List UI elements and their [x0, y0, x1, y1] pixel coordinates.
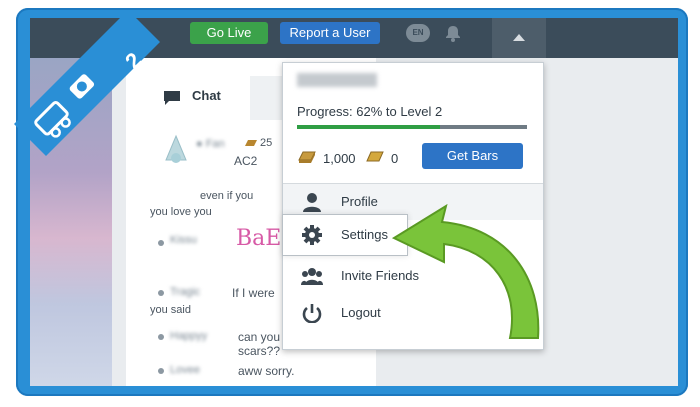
coins-value: 1,000	[323, 151, 356, 166]
caret-up-icon	[513, 34, 525, 41]
chat-username: ● Fan	[196, 138, 225, 150]
group-icon	[301, 268, 323, 285]
step-badge: 2	[14, 10, 160, 156]
chat-username: Tragic	[170, 286, 201, 298]
progress-label: Progress: 62% to Level 2	[297, 104, 443, 119]
chat-username: Lovee	[170, 364, 200, 376]
get-bars-button[interactable]: Get Bars	[422, 143, 523, 169]
chat-line-8: aww sorry.	[238, 364, 295, 378]
chat-tab-label: Chat	[192, 88, 221, 103]
user-icon	[303, 193, 321, 212]
bell-icon[interactable]	[444, 24, 462, 42]
chat-username: Happyy	[170, 330, 208, 342]
chat-line-6: you said	[150, 304, 191, 316]
level-progress-bar	[297, 125, 527, 129]
chat-bullet	[158, 240, 164, 246]
chat-sticker-text: BaE	[236, 226, 282, 251]
power-icon	[302, 304, 322, 323]
menu-item-label: Profile	[341, 194, 378, 209]
bars-value: 0	[391, 151, 399, 166]
report-user-button[interactable]: Report a User	[280, 22, 380, 44]
chat-line-3: you love you	[150, 206, 212, 218]
gold-bar-icon	[366, 151, 384, 162]
account-menu-toggle[interactable]	[492, 18, 546, 58]
chat-bullet	[158, 334, 164, 340]
pointer-arrow	[391, 203, 540, 339]
gear-icon	[302, 225, 322, 245]
chat-line-5: If I were	[232, 286, 275, 300]
go-live-button[interactable]: Go Live	[190, 22, 268, 44]
chat-bar-count: 25	[260, 137, 273, 149]
coins-icon	[298, 151, 316, 163]
username	[297, 73, 377, 87]
language-icon[interactable]: EN	[406, 24, 430, 42]
chat-line-2: even if you	[200, 190, 254, 202]
chat-bullet	[158, 368, 164, 374]
level-progress-fill	[297, 125, 440, 129]
menu-item-label: Logout	[341, 305, 381, 320]
menu-item-label: Settings	[341, 227, 388, 242]
chat-username: Kissu	[170, 234, 197, 246]
chat-bullet	[158, 290, 164, 296]
gold-bar-icon	[245, 140, 257, 146]
chat-line-1: AC2	[234, 154, 258, 168]
